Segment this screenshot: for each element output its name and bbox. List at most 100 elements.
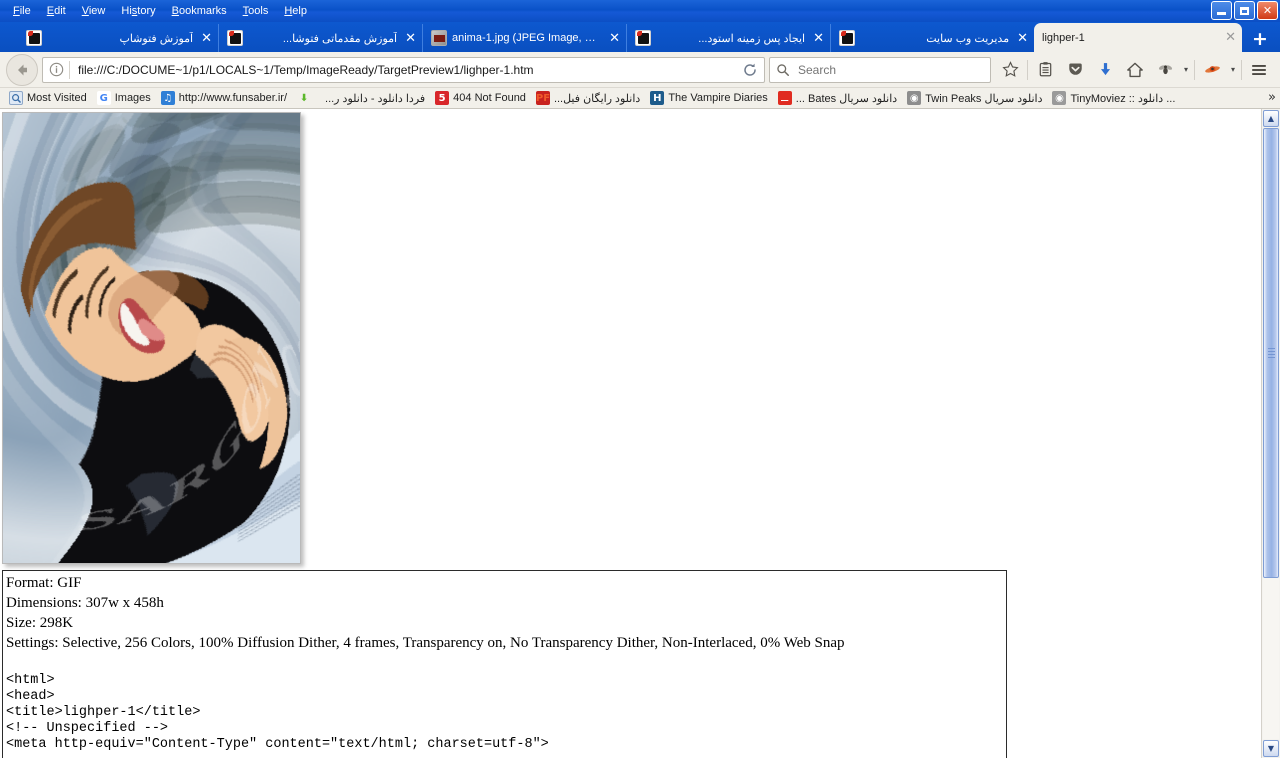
search-input[interactable] — [796, 62, 990, 78]
bookmark-star-icon — [1002, 61, 1019, 78]
scroll-up-button[interactable]: ▲ — [1263, 110, 1279, 127]
bookmark-label: دانلود سریال Bates ... — [796, 92, 897, 105]
bookmark-label: دانلود رایگان فیل... — [554, 92, 640, 105]
menu-tools[interactable]: Tools — [236, 3, 276, 19]
tab-1[interactable]: آموزش مقدماتی فتوشا... ✕ — [218, 24, 422, 52]
back-button[interactable] — [6, 54, 38, 86]
tab-label: anima-1.jpg (JPEG Image, 1… — [452, 32, 601, 44]
bookmark-label: دانلود سریال Twin Peaks — [925, 92, 1042, 105]
reload-button[interactable] — [736, 62, 764, 78]
tab-close-icon[interactable]: ✕ — [201, 32, 212, 45]
menu-history[interactable]: History — [114, 3, 162, 19]
bookmark-vampire-diaries[interactable]: H The Vampire Diaries — [645, 89, 772, 108]
new-tab-button[interactable]: + — [1242, 30, 1278, 52]
tab-4[interactable]: مدیریت وب سایت ✕ — [830, 24, 1034, 52]
photoshop-favicon — [227, 30, 243, 46]
tab-2[interactable]: anima-1.jpg (JPEG Image, 1… ✕ — [422, 24, 626, 52]
bookmark-404-not-found[interactable]: 5 404 Not Found — [430, 89, 531, 108]
menu-edit[interactable]: Edit — [40, 3, 73, 19]
most-visited-icon — [9, 91, 23, 105]
bookmark-free-film-download[interactable]: PF دانلود رایگان فیل... — [531, 89, 645, 108]
page-info-icon[interactable] — [43, 62, 69, 77]
window-controls: ✕ — [1211, 1, 1278, 20]
photoshop-favicon — [635, 30, 651, 46]
addon-fly-caret-icon[interactable]: ▾ — [1180, 65, 1192, 74]
downloads-button[interactable] — [1090, 55, 1120, 85]
back-arrow-icon — [13, 61, 31, 79]
bookmark-star-button[interactable] — [995, 55, 1025, 85]
tab-close-icon[interactable]: ✕ — [1017, 32, 1028, 45]
photoshop-favicon — [839, 30, 855, 46]
close-button[interactable]: ✕ — [1257, 1, 1278, 20]
close-icon: ✕ — [1263, 4, 1272, 17]
scrollbar-thumb[interactable] — [1263, 128, 1279, 578]
home-button[interactable] — [1120, 55, 1150, 85]
vertical-scrollbar[interactable]: ▲ ▼ — [1261, 109, 1280, 758]
tab-5-active[interactable]: lighper-1 ✕ — [1034, 23, 1242, 52]
image-info-box: Format: GIF Dimensions: 307w x 458h Size… — [2, 570, 1007, 758]
addon-fly-icon — [1157, 61, 1174, 78]
search-icon — [770, 63, 796, 77]
hamburger-menu-icon — [1250, 61, 1268, 79]
maximize-button[interactable] — [1234, 1, 1255, 20]
film-icon: ◉ — [1052, 91, 1066, 105]
tab-label: آموزش مقدماتی فتوشا... — [248, 32, 397, 45]
bookmark-most-visited[interactable]: Most Visited — [4, 89, 92, 108]
bookmark-tinymoviez[interactable]: ◉ TinyMoviez :: دانلود ... — [1047, 89, 1180, 108]
bookmark-images[interactable]: G Images — [92, 89, 156, 108]
music-note-icon: ♫ — [161, 91, 175, 105]
tab-3[interactable]: ایجاد پس زمینه استود... ✕ — [626, 24, 830, 52]
swirl-distorted-portrait-preview — [2, 112, 301, 564]
scroll-down-button[interactable]: ▼ — [1263, 740, 1279, 757]
photoshop-favicon — [26, 30, 42, 46]
hamburger-menu-button[interactable] — [1244, 55, 1274, 85]
reading-list-button[interactable] — [1030, 55, 1060, 85]
stop-icon: ⚊ — [778, 91, 792, 105]
tab-label: مدیریت وب سایت — [860, 32, 1009, 45]
bookmark-twin-peaks[interactable]: ◉ دانلود سریال Twin Peaks — [902, 89, 1047, 108]
scrollbar-track[interactable] — [1263, 128, 1279, 739]
menu-file[interactable]: File — [6, 3, 38, 19]
red-5-icon: 5 — [435, 91, 449, 105]
tab-close-icon[interactable]: ✕ — [813, 32, 824, 45]
addon-flash-icon — [1204, 61, 1221, 78]
bookmark-label: فردا دانلود - دانلود ر... — [325, 92, 425, 105]
addon-flash-button[interactable] — [1197, 55, 1227, 85]
bookmark-funsaber[interactable]: ♫ http://www.funsaber.ir/ — [156, 89, 292, 108]
menu-bar: File Edit View History Bookmarks Tools H… — [0, 3, 314, 19]
reload-icon — [742, 62, 758, 78]
pocket-button[interactable] — [1060, 55, 1090, 85]
tab-close-icon[interactable]: ✕ — [405, 32, 416, 45]
bookmark-label: Images — [115, 92, 151, 104]
code-line: <html> — [6, 673, 1006, 689]
minimize-button[interactable] — [1211, 1, 1232, 20]
menu-view[interactable]: View — [75, 3, 113, 19]
bookmarks-overflow-icon[interactable]: » — [1268, 90, 1276, 105]
bookmark-label: The Vampire Diaries — [668, 92, 767, 104]
globe-icon: ◉ — [907, 91, 921, 105]
bookmark-label: 404 Not Found — [453, 92, 526, 104]
url-text[interactable]: file:///C:/DOCUME~1/p1/LOCALS~1/Temp/Ima… — [70, 63, 736, 77]
html-source-listing: <html> <head> <title>lighper-1</title> <… — [6, 673, 1006, 753]
navigation-toolbar: file:///C:/DOCUME~1/p1/LOCALS~1/Temp/Ima… — [0, 52, 1280, 88]
info-format: Format: GIF — [6, 573, 1006, 593]
info-size: Size: 298K — [6, 613, 1006, 633]
tab-close-icon[interactable]: ✕ — [609, 32, 620, 45]
preview-image-canvas — [3, 113, 300, 563]
code-line: <meta http-equiv="Content-Type" content=… — [6, 737, 1006, 753]
bookmark-bates-motel[interactable]: ⚊ دانلود سریال Bates ... — [773, 89, 902, 108]
addon-flash-caret-icon[interactable]: ▾ — [1227, 65, 1239, 74]
tab-close-icon[interactable]: ✕ — [1225, 31, 1236, 44]
menu-bookmarks[interactable]: Bookmarks — [165, 3, 234, 19]
code-line: <title>lighper-1</title> — [6, 705, 1006, 721]
search-bar[interactable] — [769, 57, 991, 83]
downloads-icon — [1097, 61, 1114, 78]
tab-0[interactable]: آموزش فتوشاپ ✕ — [18, 24, 218, 52]
url-bar[interactable]: file:///C:/DOCUME~1/p1/LOCALS~1/Temp/Ima… — [42, 57, 765, 83]
green-arrow-icon: ⬇ — [297, 91, 311, 105]
menu-help[interactable]: Help — [277, 3, 314, 19]
addon-fly-button[interactable] — [1150, 55, 1180, 85]
bookmark-green-arrow[interactable]: ⬇ — [292, 89, 320, 108]
tab-label: ایجاد پس زمینه استود... — [656, 32, 805, 45]
bookmark-farda-download[interactable]: فردا دانلود - دانلود ر... — [320, 89, 430, 108]
